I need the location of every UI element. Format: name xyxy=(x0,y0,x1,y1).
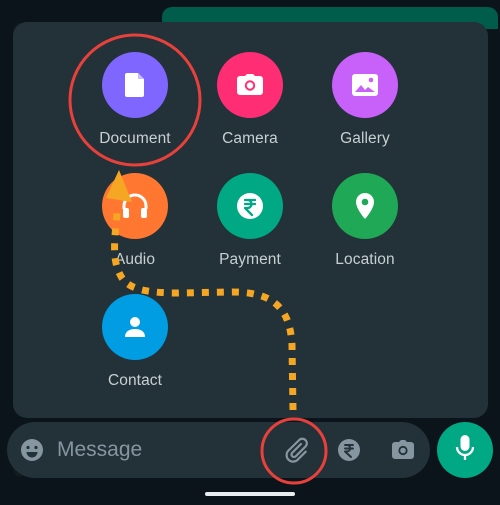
attach-option-gallery[interactable]: Gallery xyxy=(305,52,425,148)
attach-option-label: Location xyxy=(335,251,395,268)
attach-option-camera[interactable]: Camera xyxy=(190,52,310,148)
message-input[interactable] xyxy=(57,436,257,464)
attach-option-label: Contact xyxy=(107,372,163,389)
emoji-icon[interactable] xyxy=(20,438,44,462)
attach-option-document[interactable]: Document xyxy=(75,52,195,148)
message-composer xyxy=(7,422,430,478)
microphone-icon xyxy=(455,434,475,467)
contact-icon xyxy=(102,294,168,360)
microphone-button[interactable] xyxy=(437,422,493,478)
attach-option-label: Audio xyxy=(114,251,156,268)
attach-option-payment[interactable]: Payment xyxy=(190,173,310,269)
attach-option-contact[interactable]: Contact xyxy=(75,294,195,390)
attach-option-label: Document xyxy=(99,130,171,147)
location-pin-icon xyxy=(332,173,398,239)
attach-option-label: Gallery xyxy=(340,130,390,147)
document-icon xyxy=(102,52,168,118)
camera-icon xyxy=(217,52,283,118)
attach-option-label: Payment xyxy=(219,251,281,268)
paperclip-icon[interactable] xyxy=(284,437,310,463)
gallery-icon xyxy=(332,52,398,118)
attach-option-location[interactable]: Location xyxy=(305,173,425,269)
payment-rupee-icon[interactable] xyxy=(337,438,361,462)
attach-option-label: Camera xyxy=(222,130,278,147)
home-indicator xyxy=(205,492,295,496)
attach-option-audio[interactable]: Audio xyxy=(75,173,195,269)
camera-icon[interactable] xyxy=(391,439,415,463)
headphones-icon xyxy=(102,173,168,239)
rupee-icon xyxy=(217,173,283,239)
